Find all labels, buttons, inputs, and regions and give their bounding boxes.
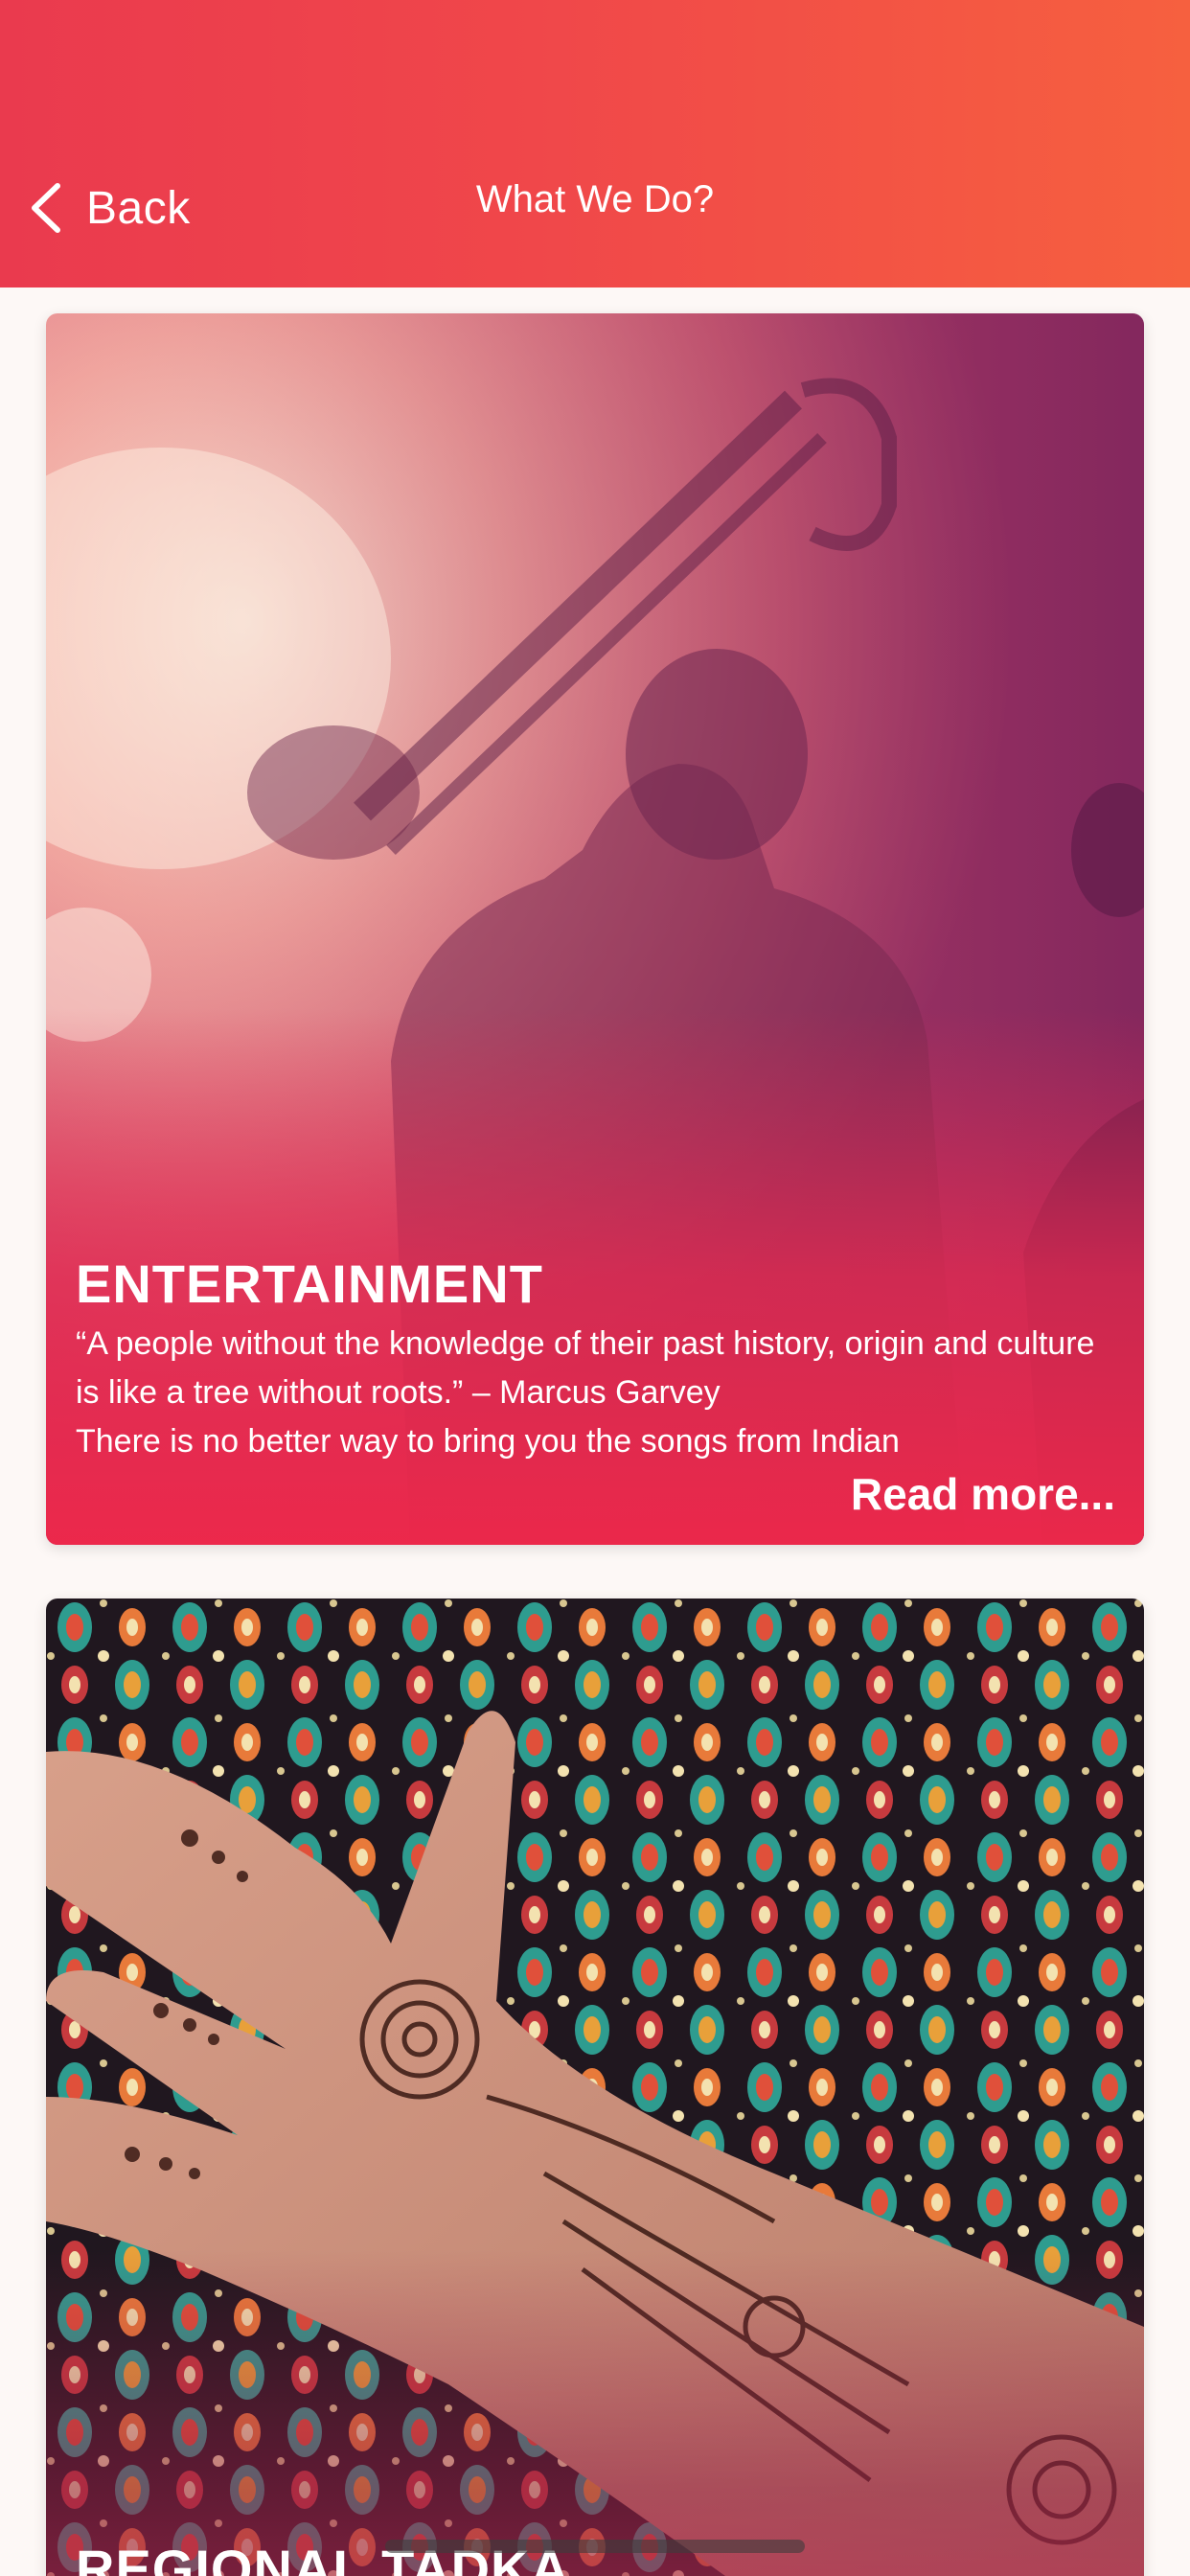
entertainment-card[interactable]: ENTERTAINMENT “A people without the know… <box>46 313 1144 1545</box>
card-excerpt: “A people without the knowledge of their… <box>76 1325 1095 1460</box>
card-title: ENTERTAINMENT <box>76 1254 543 1314</box>
what-we-do-screen: Back What We Do? ENTERTAINMENT “A people… <box>0 0 1190 2576</box>
home-indicator <box>385 2540 805 2553</box>
regional-tadka-card[interactable]: REGIONAL TADKA <box>46 1598 1144 2576</box>
header-bar: Back What We Do? <box>0 0 1190 288</box>
read-more-link[interactable]: Read more... <box>851 1468 1115 1520</box>
card-gradient-overlay <box>46 2250 1144 2576</box>
page-title: What We Do? <box>475 178 715 220</box>
